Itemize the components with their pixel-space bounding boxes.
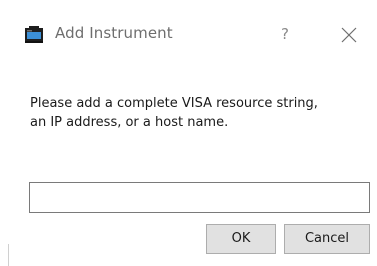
dialog-title: Add Instrument (55, 24, 173, 42)
window-edge-divider (8, 244, 9, 266)
message-line-2: an IP address, or a host name. (30, 115, 229, 130)
add-instrument-dialog: Add Instrument ? Please add a complete V… (0, 0, 377, 266)
ok-button[interactable]: OK (206, 224, 276, 254)
instrument-app-icon (24, 26, 44, 44)
message-line-1: Please add a complete VISA resource stri… (30, 96, 318, 111)
title-bar[interactable]: Add Instrument ? (0, 0, 377, 62)
help-button[interactable]: ? (274, 22, 296, 46)
instruction-message: Please add a complete VISA resource stri… (30, 94, 375, 132)
cancel-button[interactable]: Cancel (284, 224, 370, 254)
close-icon[interactable] (336, 22, 362, 48)
resource-string-input[interactable] (29, 182, 370, 213)
